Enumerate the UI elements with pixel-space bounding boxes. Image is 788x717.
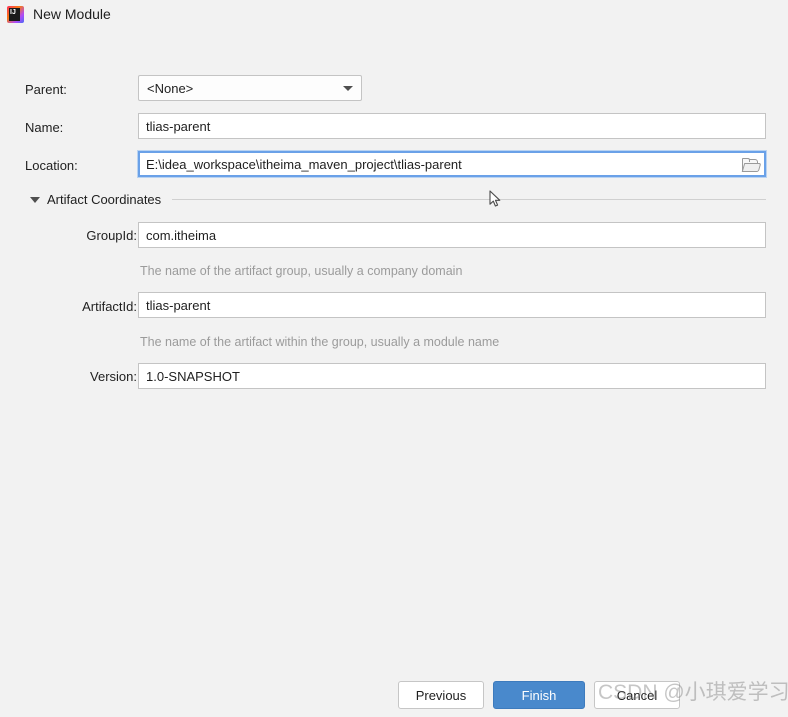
intellij-idea-icon: IJ: [7, 5, 24, 23]
version-input[interactable]: 1.0-SNAPSHOT: [138, 363, 766, 389]
previous-button[interactable]: Previous: [398, 681, 484, 709]
folder-icon[interactable]: [741, 157, 762, 172]
groupid-input-value: com.itheima: [146, 227, 217, 243]
dialog-title: New Module: [33, 6, 111, 22]
parent-label: Parent:: [25, 82, 67, 97]
cancel-button[interactable]: Cancel: [594, 681, 680, 709]
finish-button[interactable]: Finish: [493, 681, 585, 709]
version-label: Version:: [90, 369, 137, 384]
artifactid-input[interactable]: tlias-parent: [138, 292, 766, 318]
chevron-down-icon: [343, 85, 353, 91]
artifactid-input-value: tlias-parent: [146, 297, 211, 313]
location-label: Location:: [25, 158, 78, 173]
section-divider: [172, 199, 766, 200]
parent-select[interactable]: <None>: [138, 75, 362, 101]
location-input-value: E:\idea_workspace\itheima_maven_project\…: [146, 156, 462, 172]
name-label: Name:: [25, 120, 64, 135]
artifact-coordinates-section-header[interactable]: Artifact Coordinates: [30, 192, 766, 207]
groupid-label: GroupId:: [86, 228, 137, 243]
name-input-value: tlias-parent: [146, 118, 211, 134]
name-input[interactable]: tlias-parent: [138, 113, 766, 139]
version-input-value: 1.0-SNAPSHOT: [146, 368, 240, 384]
dialog-title-bar: IJ New Module: [0, 0, 788, 28]
artifactid-hint: The name of the artifact within the grou…: [140, 335, 500, 349]
parent-select-value: <None>: [147, 80, 194, 96]
groupid-hint: The name of the artifact group, usually …: [140, 264, 463, 278]
chevron-down-icon: [30, 196, 40, 203]
groupid-input[interactable]: com.itheima: [138, 222, 766, 248]
artifact-coordinates-label: Artifact Coordinates: [47, 192, 162, 207]
location-input[interactable]: E:\idea_workspace\itheima_maven_project\…: [137, 150, 767, 178]
artifactid-label: ArtifactId:: [82, 299, 137, 314]
dialog-button-bar: Previous Finish Cancel: [0, 681, 788, 709]
